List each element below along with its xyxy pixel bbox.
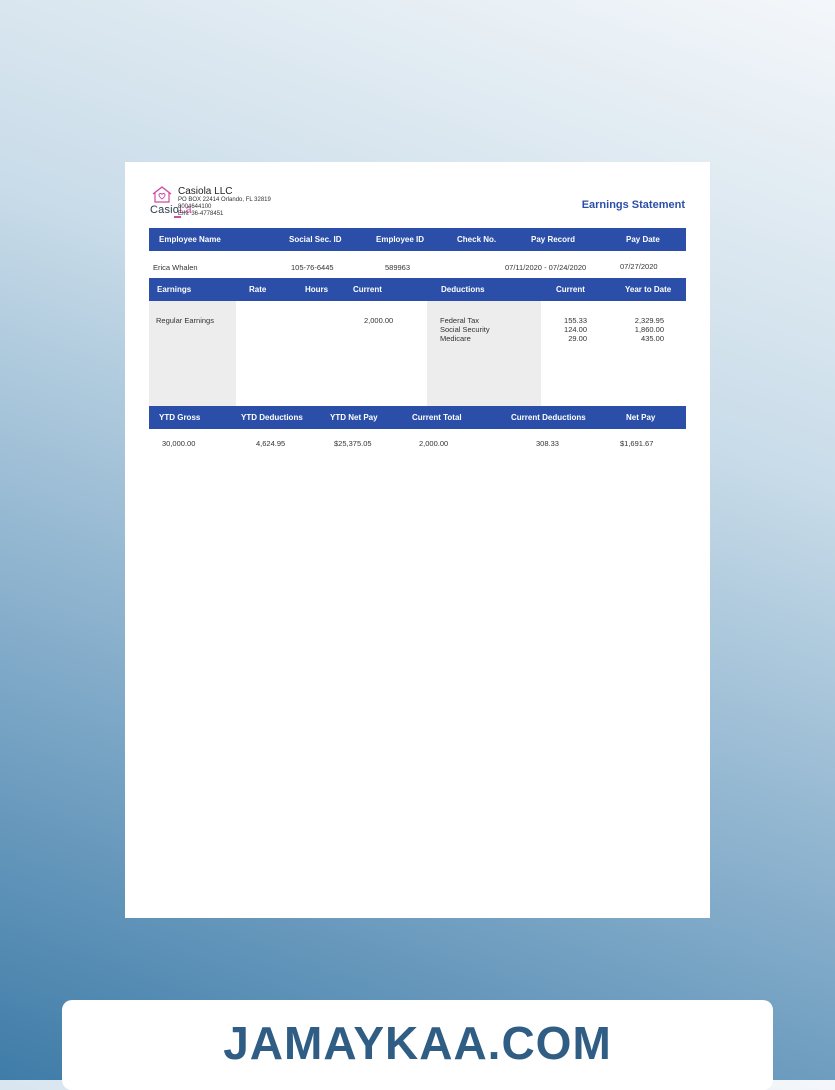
col-employee-name: Employee Name [159, 235, 221, 244]
col-employee-id: Employee ID [376, 235, 425, 244]
ytd-deductions-value: 4,624.95 [256, 439, 286, 448]
net-pay-value: $1,691.67 [620, 439, 654, 448]
col-ytd-gross: YTD Gross [159, 413, 201, 422]
col-ssn: Social Sec. ID [289, 235, 342, 244]
employee-header-bar: Employee Name Social Sec. ID Employee ID… [149, 228, 686, 251]
deduction-label: Medicare [440, 334, 471, 343]
deduction-ytd-value: 1,860.00 [634, 325, 664, 334]
pay-date-value: 07/27/2020 [620, 262, 658, 271]
house-heart-icon [152, 186, 172, 203]
col-rate: Rate [249, 285, 267, 294]
col-current-total: Current Total [412, 413, 462, 422]
ytd-gross-value: 30,000.00 [162, 439, 196, 448]
earnings-statement-document: CasioLa Casiola LLC PO BOX 22414 Orlando… [125, 162, 710, 918]
company-address: PO BOX 22414 Orlando, FL 32819 [178, 197, 271, 203]
company-info: Casiola LLC PO BOX 22414 Orlando, FL 328… [178, 186, 271, 218]
col-earnings: Earnings [157, 285, 192, 294]
deduction-ytd-value: 2,329.95 [634, 316, 664, 325]
deduction-ytd-value: 435.00 [641, 334, 664, 343]
deduction-current-value: 155.33 [564, 316, 587, 325]
col-check-no: Check No. [457, 235, 497, 244]
earnings-current-value: 2,000.00 [364, 316, 394, 325]
watermark-text: JAMAYKAA.COM [223, 1017, 612, 1069]
col-pay-record: Pay Record [531, 235, 576, 244]
current-total-value: 2,000.00 [419, 439, 449, 448]
deduction-label: Federal Tax [440, 316, 480, 325]
watermark-banner: JAMAYKAA.COM [62, 1000, 773, 1090]
deduction-label: Social Security [440, 325, 490, 334]
ssn-value: 105-76-6445 [291, 263, 334, 272]
col-deduction-current: Current [556, 285, 585, 294]
employee-name-value: Erica Whalen [153, 263, 198, 272]
col-current: Current [353, 285, 382, 294]
employee-id-value: 589963 [385, 263, 411, 272]
col-year-to-date: Year to Date [625, 285, 672, 294]
col-net-pay: Net Pay [626, 413, 656, 422]
pay-record-value: 07/11/2020 - 07/24/2020 [505, 263, 587, 272]
ytd-net-pay-value: $25,375.05 [334, 439, 372, 448]
logo-wordmark-main: Casio [150, 204, 180, 216]
col-ytd-net-pay: YTD Net Pay [330, 413, 378, 422]
company-name: Casiola LLC [178, 186, 233, 197]
current-deductions-value: 308.33 [536, 439, 559, 448]
col-ytd-deductions: YTD Deductions [241, 413, 303, 422]
col-deductions: Deductions [441, 285, 485, 294]
company-phone: 8004644100 [178, 204, 212, 210]
deduction-current-value: 29.00 [568, 334, 587, 343]
company-ein: EIN: 36-4778451 [178, 211, 224, 217]
deduction-current-value: 124.00 [564, 325, 587, 334]
earnings-header-bar: Earnings Rate Hours Current Deductions C… [149, 278, 686, 301]
col-current-deductions: Current Deductions [511, 413, 586, 422]
col-pay-date: Pay Date [626, 235, 660, 244]
company-logo [149, 186, 175, 204]
statement-title: Earnings Statement [581, 199, 685, 211]
col-hours: Hours [305, 285, 329, 294]
summary-header-bar: YTD Gross YTD Deductions YTD Net Pay Cur… [149, 406, 686, 429]
earnings-label: Regular Earnings [156, 316, 214, 325]
